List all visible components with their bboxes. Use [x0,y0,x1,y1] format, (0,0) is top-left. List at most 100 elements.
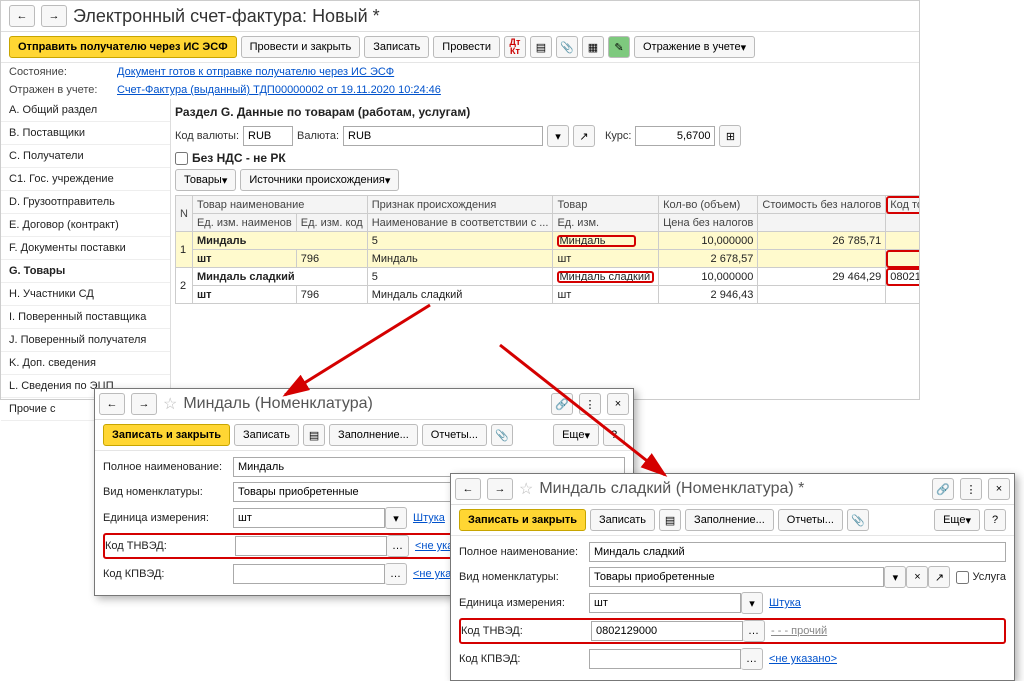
list-icon[interactable]: ▤ [530,36,552,58]
help-icon[interactable]: ? [984,509,1006,531]
link-icon[interactable]: 🔗 [932,478,954,500]
post-close-button[interactable]: Провести и закрыть [241,36,361,58]
open-icon[interactable]: ↗ [928,566,950,588]
window-header: ← → Электронный счет-фактура: Новый * [1,1,919,32]
tnved-input[interactable] [235,536,387,556]
attach-icon[interactable]: 📎 [847,509,869,531]
col-uom-name: Ед. изм. наименов [192,214,296,232]
tab-a[interactable]: A. Общий раздел [1,99,170,122]
uom-hint[interactable]: Штука [769,597,801,609]
section-title: Раздел G. Данные по товарам (работам, ус… [175,103,915,125]
tab-h[interactable]: H. Участники СД [1,283,170,306]
list-icon[interactable]: ▤ [659,509,681,531]
reflect-button[interactable]: Отражение в учете ▾ [634,36,755,58]
goods-menu[interactable]: Товары ▾ [175,169,236,191]
tab-g[interactable]: G. Товары [1,260,170,283]
rate-input[interactable] [635,126,715,146]
table-row[interactable]: 1 Миндаль 5 Миндаль 10,000000 26 785,71 … [176,232,920,250]
type-input[interactable] [589,567,884,587]
forward-button[interactable]: → [41,5,67,27]
kpved-input[interactable] [233,564,385,584]
reports-button[interactable]: Отчеты... [422,424,487,446]
forward-button[interactable]: → [487,478,513,500]
no-vat-checkbox[interactable]: Без НДС - не РК [175,151,915,165]
currency-lbl: Валюта: [297,130,339,142]
tab-c1[interactable]: C1. Гос. учреждение [1,168,170,191]
tab-d[interactable]: D. Грузоотправитель [1,191,170,214]
menu-icon[interactable]: ⋮ [960,478,982,500]
list-icon[interactable]: ▤ [303,424,325,446]
uom-hint[interactable]: Штука [413,512,445,524]
help-icon[interactable]: ? [603,424,625,446]
reports-button[interactable]: Отчеты... [778,509,843,531]
edit-icon[interactable]: ✎ [608,36,630,58]
table-row[interactable]: шт796Миндаль сладкийшт2 946,43 [176,286,920,304]
tab-e[interactable]: E. Договор (контракт) [1,214,170,237]
close-icon[interactable]: × [607,393,629,415]
save-button[interactable]: Записать [590,509,655,531]
more-button[interactable]: Еще ▾ [553,424,599,446]
menu-icon[interactable]: ⋮ [579,393,601,415]
tab-i[interactable]: I. Поверенный поставщика [1,306,170,329]
table-row[interactable]: 2 Миндаль сладкий 5 Миндаль сладкий 10,0… [176,268,920,286]
full-name-input[interactable] [589,542,1006,562]
form-icon[interactable]: ▦ [582,36,604,58]
send-button[interactable]: Отправить получателю через ИС ЭСФ [9,36,237,58]
status-label: Состояние: [9,66,109,78]
status-link[interactable]: Документ готов к отправке получателю чер… [117,66,394,78]
link-icon[interactable]: 🔗 [551,393,573,415]
goods-table: N Товар наименование Признак происхожден… [175,195,919,304]
save-button[interactable]: Записать [234,424,299,446]
star-icon[interactable]: ☆ [163,394,177,414]
kpved-input[interactable] [589,649,741,669]
dropdown-icon[interactable]: ▾ [884,566,906,588]
attach-icon[interactable]: 📎 [491,424,513,446]
dropdown-icon[interactable]: ▾ [385,507,407,529]
reflect-label: Отражен в учете: [9,84,109,96]
currency-dropdown-icon[interactable]: ▾ [547,125,569,147]
kpved-hint[interactable]: <не указано> [769,653,837,665]
dt-kt-icon[interactable]: ДтКт [504,36,526,58]
currency-input[interactable] [343,126,543,146]
back-button[interactable]: ← [9,5,35,27]
tab-c[interactable]: C. Получатели [1,145,170,168]
origins-menu[interactable]: Источники происхождения ▾ [240,169,399,191]
pick-icon[interactable]: … [387,535,409,557]
col-attr: Признак происхождения [367,196,553,214]
save-button[interactable]: Записать [364,36,429,58]
save-close-button[interactable]: Записать и закрыть [103,424,230,446]
window-title: Электронный счет-фактура: Новый * [73,6,380,27]
tab-k[interactable]: K. Доп. сведения [1,352,170,375]
back-button[interactable]: ← [455,478,481,500]
tnved-input[interactable] [591,621,743,641]
col-qty: Кол-во (объем) [659,196,758,214]
main-toolbar: Отправить получателю через ИС ЭСФ Провес… [1,32,919,63]
pick-icon[interactable]: … [743,620,765,642]
tab-b[interactable]: B. Поставщики [1,122,170,145]
reflect-link[interactable]: Счет-Фактура (выданный) ТДП00000002 от 1… [117,84,441,96]
col-tnved-code: Код товара (ТН ВЭД) [886,196,919,214]
star-icon[interactable]: ☆ [519,479,533,499]
back-button[interactable]: ← [99,393,125,415]
forward-button[interactable]: → [131,393,157,415]
currency-code-input[interactable] [243,126,293,146]
rate-calc-icon[interactable]: ⊞ [719,125,741,147]
fill-button[interactable]: Заполнение... [329,424,418,446]
pick-icon[interactable]: … [741,648,763,670]
dropdown-icon[interactable]: ▾ [741,592,763,614]
service-checkbox[interactable]: Услуга [956,571,1006,584]
tab-f[interactable]: F. Документы поставки [1,237,170,260]
pick-icon[interactable]: … [385,563,407,585]
tab-j[interactable]: J. Поверенный получателя [1,329,170,352]
uom-input[interactable] [589,593,741,613]
post-button[interactable]: Провести [433,36,500,58]
clear-icon[interactable]: × [906,566,928,588]
uom-input[interactable] [233,508,385,528]
close-icon[interactable]: × [988,478,1010,500]
currency-open-icon[interactable]: ↗ [573,125,595,147]
table-row[interactable]: шт796Миндальшт2 678,57 [176,250,920,268]
fill-button[interactable]: Заполнение... [685,509,774,531]
more-button[interactable]: Еще ▾ [934,509,980,531]
save-close-button[interactable]: Записать и закрыть [459,509,586,531]
attach-icon[interactable]: 📎 [556,36,578,58]
